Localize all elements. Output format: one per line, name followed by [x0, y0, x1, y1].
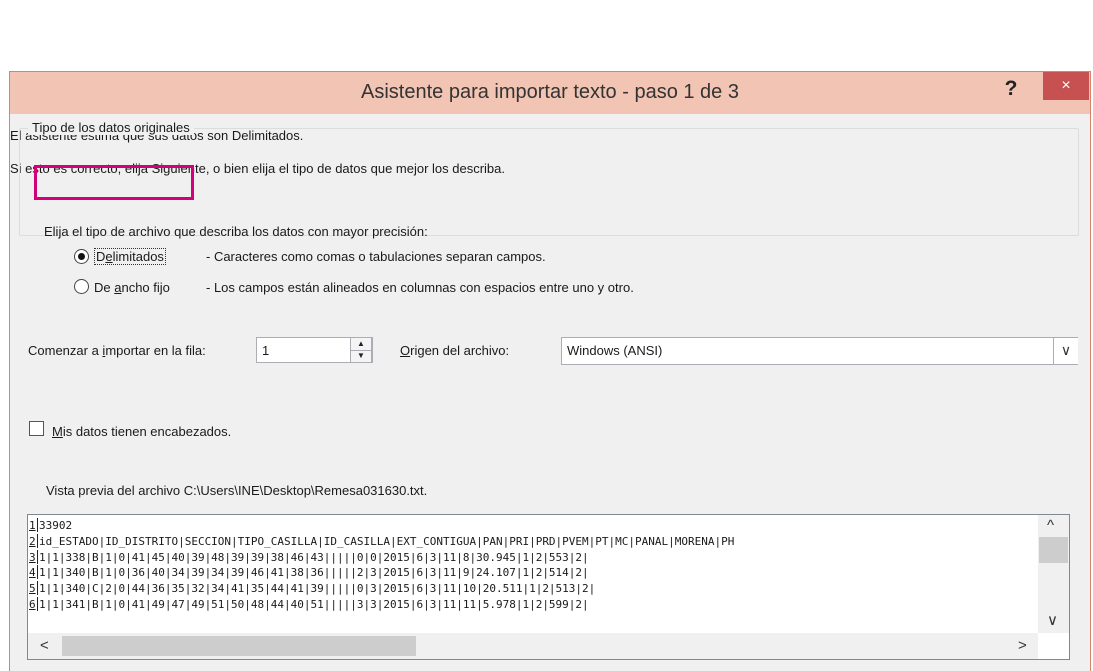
dialog-title: Asistente para importar texto - paso 1 d… — [361, 81, 739, 103]
row-text: 33902 — [39, 519, 73, 532]
row-number: 5 — [29, 582, 36, 596]
scroll-left-icon[interactable]: < — [40, 637, 49, 654]
row-text: id_ESTADO|ID_DISTRITO|SECCION|TIPO_CASIL… — [39, 534, 735, 548]
horizontal-scroll-thumb[interactable] — [62, 636, 416, 656]
column-separator — [37, 518, 38, 532]
start-row-label: Comenzar a importar en la fila: — [28, 343, 206, 358]
vertical-scroll-thumb[interactable] — [1039, 537, 1068, 563]
column-separator — [37, 549, 38, 564]
delimited-description: - Caracteres como comas o tabulaciones s… — [206, 249, 546, 264]
fixed-width-radio-label[interactable]: De ancho fijo — [94, 280, 170, 295]
preview-row: 1 33902 — [28, 518, 1038, 534]
headers-checkbox[interactable] — [29, 421, 44, 436]
preview-label: Vista previa del archivo C:\Users\INE\De… — [46, 483, 428, 498]
row-number: 1 — [29, 519, 36, 532]
data-type-group-label: Tipo de los datos originales — [28, 120, 194, 135]
spin-down-icon[interactable]: ▼ — [351, 350, 371, 362]
horizontal-scrollbar[interactable]: < > — [28, 633, 1038, 659]
column-separator — [37, 565, 38, 580]
column-separator — [37, 596, 38, 611]
row-number: 6 — [29, 597, 36, 611]
column-separator — [37, 533, 38, 548]
row-text: 1|1|341|B|1|0|41|49|47|49|51|50|48|44|40… — [39, 597, 589, 611]
row-number: 4 — [29, 566, 36, 580]
annotation-highlight-box — [34, 165, 194, 200]
focus-outline: Delimitados — [94, 248, 166, 265]
title-bar[interactable]: Asistente para importar texto - paso 1 d… — [10, 72, 1090, 114]
origin-label: Origen del archivo: — [400, 343, 510, 358]
scroll-right-icon[interactable]: > — [1018, 637, 1027, 654]
scroll-down-icon[interactable]: ∨ — [1047, 611, 1058, 629]
row-text: 1|1|340|C|2|0|44|36|35|32|34|41|35|44|41… — [39, 582, 596, 596]
start-row-spinner[interactable]: ▲ ▼ — [350, 337, 372, 363]
fixed-width-radio[interactable] — [74, 279, 89, 294]
preview-row: 2 id_ESTADO|ID_DISTRITO|SECCION|TIPO_CASI… — [28, 533, 1038, 550]
radio-selected-dot — [78, 253, 85, 260]
fixed-width-description: - Los campos están alineados en columnas… — [206, 280, 634, 295]
delimited-radio[interactable] — [74, 249, 89, 264]
scroll-up-icon[interactable]: ^ — [1047, 517, 1054, 534]
row-text: 1|1|340|B|1|0|36|40|34|39|34|39|46|41|38… — [39, 566, 589, 580]
headers-checkbox-label[interactable]: Mis datos tienen encabezados. — [52, 424, 231, 439]
vertical-scrollbar[interactable]: ^ ∨ — [1038, 515, 1069, 633]
row-text: 1|1|338|B|1|0|41|45|40|39|48|39|39|38|46… — [39, 550, 589, 564]
chevron-down-icon[interactable]: ∨ — [1053, 338, 1078, 364]
help-button[interactable]: ? — [998, 74, 1024, 104]
preview-lines: 1 33902 2 id_ESTADO|ID_DISTRITO|SECCION|TI… — [28, 518, 1038, 613]
preview-row: 4 1|1|340|B|1|0|36|40|34|39|34|39|46|41|3… — [28, 565, 1038, 581]
row-number: 3 — [29, 550, 36, 564]
file-preview-box[interactable]: 1 33902 2 id_ESTADO|ID_DISTRITO|SECCION|TI… — [27, 514, 1070, 660]
origin-select[interactable]: Windows (ANSI) — [561, 337, 1078, 365]
close-button[interactable]: × — [1043, 72, 1089, 100]
preview-row: 5 1|1|340|C|2|0|44|36|35|32|34|41|35|44|4… — [28, 581, 1038, 597]
data-type-instruction: Elija el tipo de archivo que describa lo… — [44, 224, 428, 239]
preview-row: 6 1|1|341|B|1|0|41|49|47|49|51|50|48|44|4… — [28, 596, 1038, 613]
column-separator — [37, 581, 38, 596]
row-number: 2 — [29, 534, 36, 548]
preview-row: 3 1|1|338|B|1|0|41|45|40|39|48|39|39|38|4… — [28, 549, 1038, 566]
delimited-radio-label[interactable]: Delimitados — [94, 248, 166, 265]
